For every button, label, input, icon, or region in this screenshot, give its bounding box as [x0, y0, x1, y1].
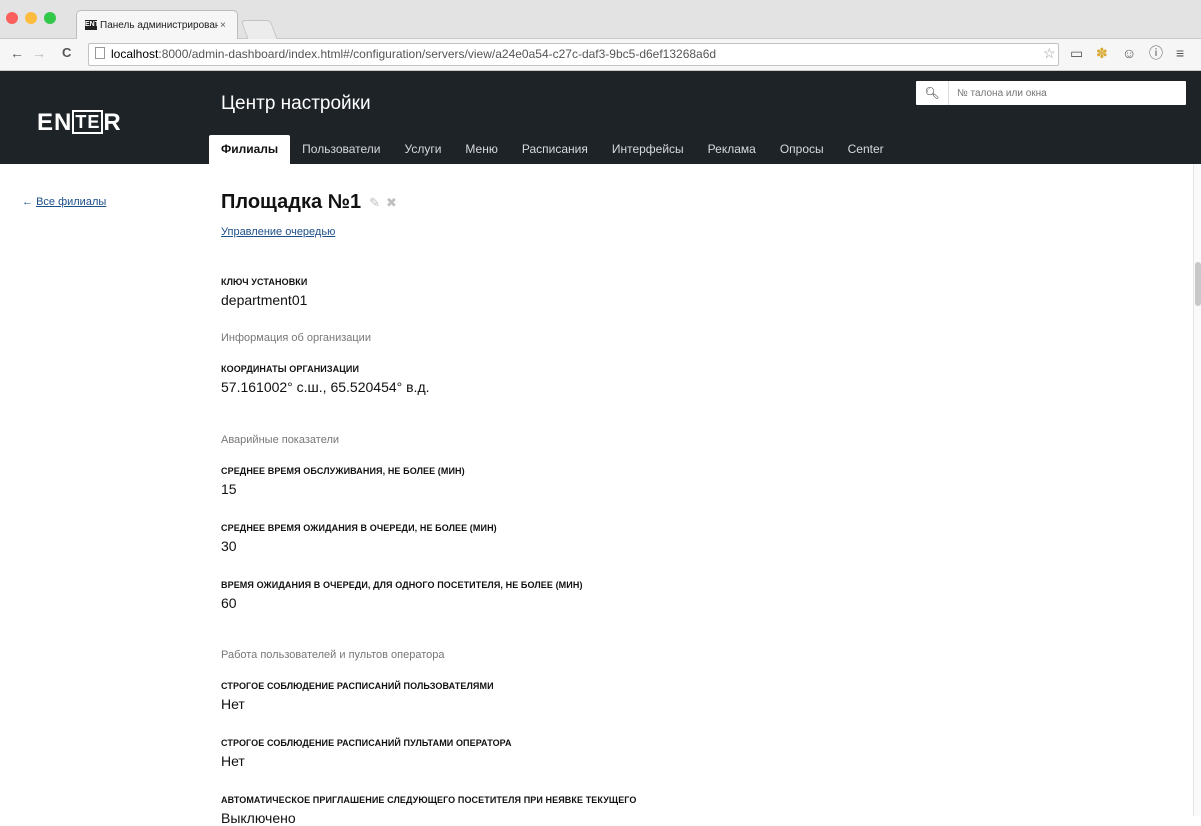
field-label: Время ожидания в очереди, для одного пос…	[221, 580, 583, 590]
field-value: 57.161002° с.ш., 65.520454° в.д.	[221, 379, 430, 395]
field-label: Строгое соблюдение расписаний пультами о…	[221, 738, 512, 748]
ticket-search: 🔍︎	[916, 81, 1186, 105]
scrollbar-thumb[interactable]	[1195, 262, 1201, 306]
section-heading-org: Информация об организации	[221, 332, 371, 344]
main-nav: Филиалы Пользователи Услуги Меню Расписа…	[209, 135, 896, 164]
field-label: Среднее время ожидания в очереди, не бол…	[221, 523, 497, 533]
favicon-icon: ENT	[85, 20, 99, 30]
search-input[interactable]	[949, 86, 1179, 100]
field-label: Строгое соблюдение расписаний пользовате…	[221, 681, 494, 691]
field-label: Ключ установки	[221, 277, 308, 287]
zoom-window-button[interactable]	[44, 12, 56, 24]
reload-icon[interactable]: C	[62, 45, 71, 60]
new-tab-button[interactable]	[240, 20, 278, 39]
section-heading-alarm: Аварийные показатели	[221, 434, 340, 446]
install-key-field: Ключ установки department01	[221, 277, 307, 308]
tab-surveys[interactable]: Опросы	[768, 135, 836, 164]
field-label: Автоматическое приглашение следующего по…	[221, 795, 637, 805]
queue-management-link[interactable]: Управление очередью	[221, 226, 335, 238]
field-value: Нет	[221, 696, 245, 712]
page-scrollbar[interactable]	[1193, 164, 1201, 816]
tab-schedules[interactable]: Расписания	[510, 135, 600, 164]
browser-toolbar: ← → C localhost:8000/admin-dashboard/ind…	[0, 39, 1201, 71]
tab-interfaces[interactable]: Интерфейсы	[600, 135, 696, 164]
forward-arrow-icon[interactable]: →	[32, 45, 46, 61]
browser-tabstrip: ENT Панель администрирован ×	[0, 0, 1201, 39]
strict-consoles-field: Строгое соблюдение расписаний пультами о…	[221, 738, 512, 769]
minimize-window-button[interactable]	[25, 12, 37, 24]
tab-center[interactable]: Center	[836, 135, 896, 164]
url-host: localhost	[111, 47, 159, 61]
single-wait-field: Время ожидания в очереди, для одного пос…	[221, 580, 583, 611]
avg-service-field: Среднее время обслуживания, не более (ми…	[221, 466, 465, 497]
page-title: Площадка №1	[221, 191, 362, 213]
edit-pencil-icon[interactable]: ✎	[369, 195, 380, 211]
close-window-button[interactable]	[6, 12, 18, 24]
tab-services[interactable]: Услуги	[393, 135, 454, 164]
tab-advertising[interactable]: Реклама	[696, 135, 768, 164]
info-icon[interactable]: ⓘ	[1149, 46, 1163, 60]
search-icon[interactable]: 🔍︎	[916, 81, 949, 105]
tab-menu[interactable]: Меню	[453, 135, 509, 164]
field-value: Нет	[221, 753, 245, 769]
avg-wait-field: Среднее время ожидания в очереди, не бол…	[221, 523, 497, 554]
back-to-branches-link[interactable]: ← Все филиалы	[22, 196, 106, 208]
tab-branches[interactable]: Филиалы	[209, 135, 291, 164]
field-value: 15	[221, 481, 237, 497]
page-title-row: Площадка №1 ✎ ✖	[221, 191, 397, 214]
field-value: 30	[221, 538, 237, 554]
app-header: ENTER Центр настройки 🔍︎ Филиалы Пользов…	[0, 71, 1201, 164]
auto-invite-field: Автоматическое приглашение следующего по…	[221, 795, 636, 826]
url-path: :8000/admin-dashboard/index.html#/config…	[158, 47, 717, 61]
strict-users-field: Строгое соблюдение расписаний пользовате…	[221, 681, 494, 712]
section-heading-users: Работа пользователей и пультов оператора	[221, 649, 445, 661]
app-title: Центр настройки	[221, 93, 371, 114]
browser-tab[interactable]: ENT Панель администрирован ×	[76, 10, 238, 39]
menu-icon[interactable]: ≡	[1176, 46, 1184, 60]
tab-title: Панель администрирован	[100, 19, 218, 31]
tab-users[interactable]: Пользователи	[290, 135, 392, 164]
enter-logo[interactable]: EN TE R	[37, 109, 122, 137]
delete-close-icon[interactable]: ✖	[386, 195, 397, 211]
field-label: Координаты организации	[221, 364, 360, 374]
field-value: 60	[221, 595, 237, 611]
back-arrow-icon[interactable]: ←	[10, 45, 24, 61]
extension-icon[interactable]: ✽	[1096, 46, 1108, 60]
field-value: department01	[221, 292, 308, 308]
back-arrow-icon: ←	[22, 196, 33, 208]
back-link-label: Все филиалы	[36, 196, 107, 208]
tab-close-icon[interactable]: ×	[220, 20, 226, 31]
field-value: Выключено	[221, 810, 296, 826]
window-controls	[6, 12, 56, 24]
page-icon	[95, 47, 105, 59]
field-label: Среднее время обслуживания, не более (ми…	[221, 466, 465, 476]
address-bar[interactable]: localhost:8000/admin-dashboard/index.htm…	[88, 43, 1059, 66]
ghostery-icon[interactable]: ☺	[1122, 46, 1136, 60]
cast-icon[interactable]: ▭	[1070, 46, 1083, 60]
bookmark-star-icon[interactable]: ☆	[1043, 46, 1056, 60]
coordinates-field: Координаты организации 57.161002° с.ш., …	[221, 364, 430, 395]
